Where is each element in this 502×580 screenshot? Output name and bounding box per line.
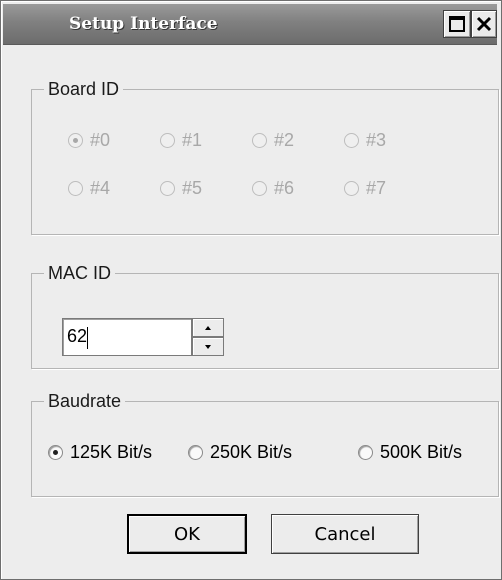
board-id-legend: Board ID [44,77,124,101]
board-radio-label: #4 [90,178,111,198]
board-radio-label: #7 [366,178,387,198]
arrow-down-icon [205,344,211,349]
spin-down-button[interactable] [192,337,224,356]
window-title: Setup Interface [69,14,218,34]
spin-up-button[interactable] [192,318,224,337]
baudrate-legend: Baudrate [44,389,126,413]
radio-circle-icon [68,181,83,196]
cancel-button[interactable]: Cancel [271,514,419,554]
baudrate-group: Baudrate 125K Bit/s 250K Bit/s 500K Bit/… [31,389,499,497]
baudrate-radio-500k[interactable]: 500K Bit/s [358,442,462,463]
baudrate-radio-label: 250K Bit/s [210,442,293,462]
maximize-button[interactable] [443,10,471,38]
close-icon [476,16,492,32]
text-caret [87,327,88,349]
radio-circle-icon [252,181,267,196]
radio-circle-icon [68,133,83,148]
radio-circle-icon [188,445,203,460]
board-radio-label: #2 [274,130,295,150]
board-radio-label: #6 [274,178,295,198]
ok-button[interactable]: OK [127,514,247,554]
board-radio-4[interactable]: #4 [68,178,110,199]
baudrate-radio-label: 500K Bit/s [380,442,463,462]
title-bar[interactable]: Setup Interface [3,4,497,45]
radio-circle-icon [358,445,373,460]
board-radio-label: #5 [182,178,203,198]
setup-interface-dialog: Setup Interface Board ID #0 #1 #2 #3 #4 … [0,0,502,580]
board-id-group: Board ID #0 #1 #2 #3 #4 #5 #6 #7 [31,77,499,235]
mac-id-value: 62 [67,326,88,346]
radio-circle-icon [344,181,359,196]
radio-circle-icon [252,133,267,148]
radio-circle-icon [48,445,63,460]
board-radio-1[interactable]: #1 [160,130,202,151]
maximize-icon [449,16,465,32]
baudrate-radio-125k[interactable]: 125K Bit/s [48,442,152,463]
board-radio-label: #1 [182,130,203,150]
radio-circle-icon [344,133,359,148]
board-radio-label: #3 [366,130,387,150]
board-radio-0[interactable]: #0 [68,130,110,151]
mac-id-group: MAC ID 62 [31,261,499,369]
mac-id-stepper[interactable] [192,318,224,356]
radio-circle-icon [160,133,175,148]
board-radio-3[interactable]: #3 [344,130,386,151]
mac-id-legend: MAC ID [44,261,115,285]
close-button[interactable] [471,10,497,38]
board-radio-2[interactable]: #2 [252,130,294,151]
board-radio-5[interactable]: #5 [160,178,202,199]
mac-id-input[interactable]: 62 [62,318,192,356]
baudrate-radio-label: 125K Bit/s [70,442,153,462]
radio-circle-icon [160,181,175,196]
board-radio-label: #0 [90,130,111,150]
arrow-up-icon [205,325,211,330]
board-radio-6[interactable]: #6 [252,178,294,199]
board-radio-7[interactable]: #7 [344,178,386,199]
baudrate-radio-250k[interactable]: 250K Bit/s [188,442,292,463]
